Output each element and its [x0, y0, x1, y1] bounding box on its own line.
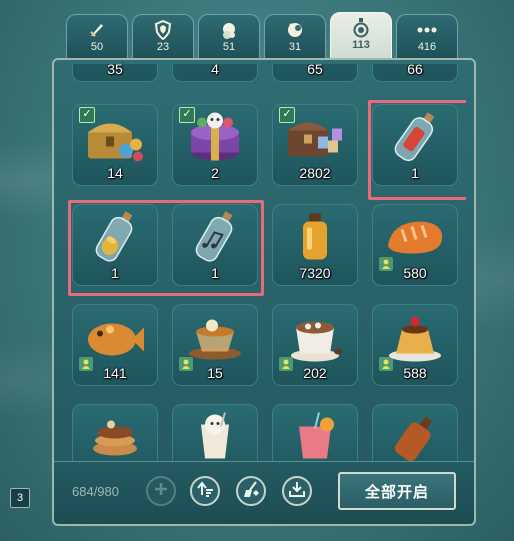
sword-icon: [86, 20, 108, 40]
item-quantity: 66: [407, 64, 423, 77]
collect-button[interactable]: [282, 476, 312, 506]
item-quantity: 2: [211, 165, 219, 181]
inventory-grid: 35 4 65 66 ✓ 14 ✓ 2 ✓ 2802 1 1 1 7320 58…: [66, 64, 466, 464]
fish-bun-icon: [82, 314, 148, 367]
item-quantity: 580: [403, 265, 427, 281]
capacity-text: 684/980: [72, 484, 119, 499]
download-icon: [288, 480, 306, 503]
tab-count: 31: [288, 41, 302, 53]
inventory-panel: 35 4 65 66 ✓ 14 ✓ 2 ✓ 2802 1 1 1 7320 58…: [52, 58, 476, 526]
item-quantity: 2802: [299, 165, 331, 181]
plus-icon: [153, 481, 169, 502]
tab-moon[interactable]: 31: [264, 14, 326, 60]
shield-icon: [152, 20, 174, 40]
inventory-slot-gift-box[interactable]: ✓ 2: [172, 104, 258, 186]
item-quantity: 14: [107, 165, 123, 181]
tab-weapons[interactable]: 50: [66, 14, 128, 60]
honey-jar-icon: [293, 210, 337, 271]
tea-cup-icon: [182, 312, 248, 369]
item-quantity: 4: [211, 64, 219, 77]
pancake-stack-icon: [85, 413, 145, 464]
wooden-chest-icon: [282, 111, 348, 170]
inventory-slot-milk[interactable]: [172, 404, 258, 464]
sort-icon: [196, 480, 214, 503]
sauce-bottle-icon: [385, 413, 445, 464]
inventory-slot-fish-bun[interactable]: 141: [72, 304, 158, 386]
inventory-toolbar: 684/980 全部开启: [54, 461, 474, 524]
tab-more[interactable]: 416: [396, 14, 458, 60]
tab-armor[interactable]: 23: [132, 14, 194, 60]
clean-button[interactable]: [236, 476, 266, 506]
item-quantity: 202: [303, 365, 327, 381]
gift-box-icon: [182, 109, 248, 172]
inventory-slot-honey-jar[interactable]: 7320: [272, 204, 358, 286]
page-badge[interactable]: 3: [10, 488, 30, 508]
highlight-box: [368, 100, 466, 200]
inventory-slot-wooden-chest[interactable]: ✓ 2802: [272, 104, 358, 186]
inventory-slot-sauce-bottle[interactable]: [372, 404, 458, 464]
cocoa-mug-icon: [282, 312, 348, 369]
inventory-slot-pancake[interactable]: [72, 404, 158, 464]
bottle-icon: [350, 18, 372, 38]
inventory-slot-bread[interactable]: 580: [372, 204, 458, 286]
tab-count: 51: [222, 41, 236, 53]
moon-icon: [284, 20, 306, 40]
tab-orbs[interactable]: 51: [198, 14, 260, 60]
inventory-slot-cocoa[interactable]: 202: [272, 304, 358, 386]
inventory-slot[interactable]: 4: [172, 64, 258, 82]
tab-consumables[interactable]: 113: [330, 12, 392, 60]
inventory-slot-tea[interactable]: 15: [172, 304, 258, 386]
tab-count: 416: [417, 41, 437, 53]
item-quantity: 15: [207, 365, 223, 381]
inventory-slot[interactable]: 66: [372, 64, 458, 82]
category-tabs: 50 23 51 31 113 416: [66, 12, 460, 60]
inventory-slot-juice[interactable]: [272, 404, 358, 464]
tab-count: 23: [156, 41, 170, 53]
pudding-icon: [382, 312, 448, 369]
orb-icon: [218, 20, 240, 40]
broom-icon: [242, 480, 260, 503]
tab-count: 113: [352, 39, 370, 51]
treasure-chest-icon: [82, 111, 148, 170]
item-quantity: 588: [403, 365, 427, 381]
juice-glass-icon: [285, 412, 345, 464]
inventory-slot-treasure-chest[interactable]: ✓ 14: [72, 104, 158, 186]
bread-loaf-icon: [382, 216, 448, 265]
item-quantity: 35: [107, 64, 123, 77]
highlight-box: [68, 200, 264, 296]
milk-drink-icon: [185, 412, 245, 464]
item-quantity: 7320: [299, 265, 331, 281]
tab-count: 50: [90, 41, 104, 53]
item-quantity: 65: [307, 64, 323, 77]
sort-button[interactable]: [190, 476, 220, 506]
inventory-slot[interactable]: 65: [272, 64, 358, 82]
inventory-slot-pudding[interactable]: 588: [372, 304, 458, 386]
inventory-slot[interactable]: 35: [72, 64, 158, 82]
more-icon: [416, 20, 438, 40]
item-quantity: 141: [103, 365, 127, 381]
expand-button[interactable]: [146, 476, 176, 506]
open-all-button[interactable]: 全部开启: [338, 472, 456, 510]
